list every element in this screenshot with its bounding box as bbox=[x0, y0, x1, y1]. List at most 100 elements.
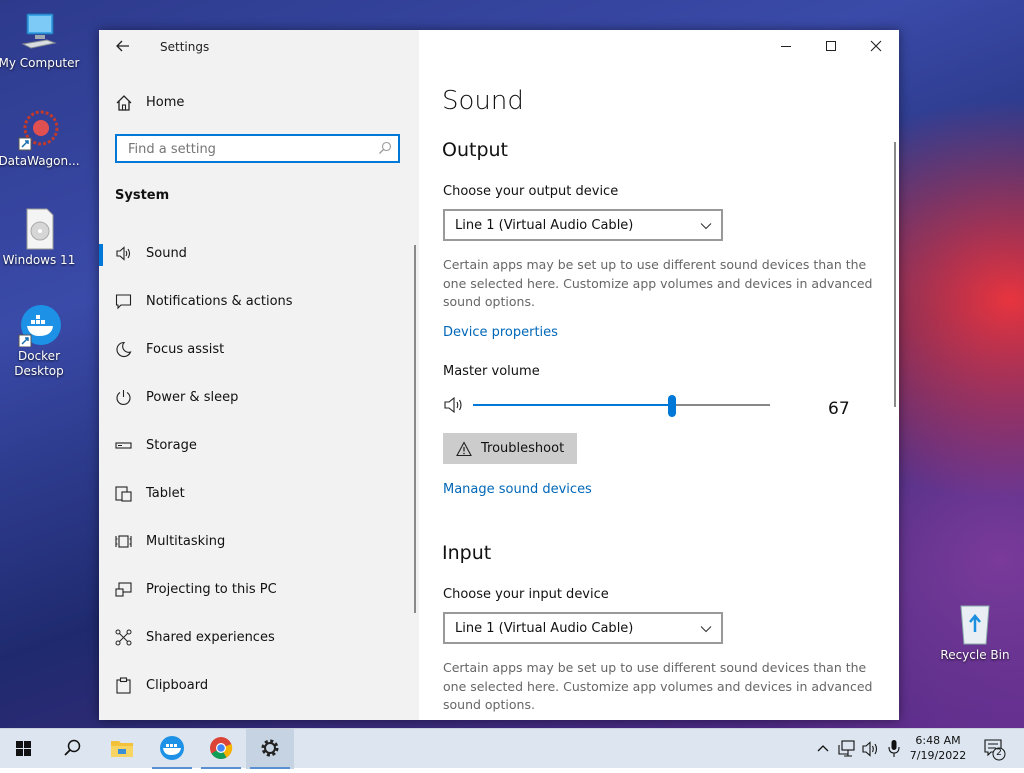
sidebar-item-notifications[interactable]: Notifications & actions bbox=[99, 278, 415, 326]
home-icon bbox=[116, 95, 132, 111]
file-explorer-button[interactable] bbox=[98, 729, 146, 769]
sidebar-item-tablet[interactable]: Tablet bbox=[99, 470, 415, 518]
sidebar-item-label: Projecting to this PC bbox=[146, 582, 277, 597]
maximize-button[interactable] bbox=[808, 30, 854, 62]
settings-window: Settings Home System Sound Notifications… bbox=[99, 30, 899, 720]
start-button[interactable] bbox=[0, 729, 48, 769]
search-icon[interactable] bbox=[378, 141, 392, 155]
clipboard-icon bbox=[116, 677, 131, 694]
power-icon bbox=[116, 390, 131, 406]
sidebar-item-label: Clipboard bbox=[146, 678, 209, 693]
input-device-value: Line 1 (Virtual Audio Cable) bbox=[455, 621, 634, 636]
back-button[interactable] bbox=[113, 36, 133, 56]
manage-sound-devices-link[interactable]: Manage sound devices bbox=[443, 482, 592, 497]
sidebar-item-label: Sound bbox=[146, 246, 187, 261]
show-hidden-icons-button[interactable] bbox=[812, 729, 834, 769]
minimize-button[interactable] bbox=[763, 30, 809, 62]
desktop-icon-datawagon[interactable]: DataWagon... bbox=[0, 108, 81, 169]
app-title: Settings bbox=[160, 40, 210, 54]
volume-tray-button[interactable] bbox=[860, 729, 882, 769]
device-properties-link[interactable]: Device properties bbox=[443, 325, 558, 340]
sidebar-item-label: Tablet bbox=[146, 486, 185, 501]
minimize-icon bbox=[781, 46, 791, 47]
output-device-dropdown[interactable]: Line 1 (Virtual Audio Cable) bbox=[443, 209, 723, 241]
content-pane: Sound Output Choose your output device L… bbox=[419, 30, 899, 720]
shared-icon bbox=[115, 629, 132, 646]
system-clock[interactable]: 6:48 AM 7/19/2022 bbox=[900, 733, 976, 763]
desktop-icon-windows11[interactable]: Windows 11 bbox=[0, 207, 81, 268]
notification-icon bbox=[115, 294, 132, 310]
sidebar-scrollbar[interactable] bbox=[414, 245, 416, 613]
sidebar-item-storage[interactable]: Storage bbox=[99, 422, 415, 470]
chrome-taskbar-button[interactable] bbox=[197, 729, 245, 769]
clock-date: 7/19/2022 bbox=[909, 749, 967, 762]
back-arrow-icon bbox=[116, 40, 129, 52]
search-input[interactable] bbox=[126, 136, 370, 162]
input-device-dropdown[interactable]: Line 1 (Virtual Audio Cable) bbox=[443, 612, 723, 644]
slider-thumb[interactable] bbox=[668, 395, 676, 417]
action-center-button[interactable]: 2 bbox=[980, 729, 1010, 769]
sidebar-item-label: Focus assist bbox=[146, 342, 225, 357]
master-volume-label: Master volume bbox=[443, 364, 540, 379]
sidebar-item-label: Multitasking bbox=[146, 534, 226, 549]
title-bar: Settings bbox=[99, 30, 419, 64]
desktop-icon-recycle-bin[interactable]: Recycle Bin bbox=[933, 602, 1017, 663]
sidebar-item-focus-assist[interactable]: Focus assist bbox=[99, 326, 415, 374]
close-button[interactable] bbox=[853, 30, 899, 62]
output-heading: Output bbox=[442, 139, 508, 161]
clock-time: 6:48 AM bbox=[915, 734, 961, 747]
sidebar-item-multitasking[interactable]: Multitasking bbox=[99, 518, 415, 566]
volume-icon[interactable] bbox=[444, 395, 466, 415]
content-scrollbar[interactable] bbox=[894, 142, 896, 407]
troubleshoot-label: Troubleshoot bbox=[481, 441, 565, 456]
output-device-value: Line 1 (Virtual Audio Cable) bbox=[455, 218, 634, 233]
section-label: System bbox=[115, 188, 170, 203]
storage-icon bbox=[115, 442, 132, 449]
warning-icon bbox=[456, 441, 472, 457]
search-box[interactable] bbox=[115, 134, 400, 163]
slider-fill bbox=[473, 404, 672, 406]
sidebar-item-label: Power & sleep bbox=[146, 390, 239, 405]
sidebar-item-shared-experiences[interactable]: Shared experiences bbox=[99, 614, 415, 662]
desktop-icon-my-computer[interactable]: My Computer bbox=[0, 10, 81, 71]
disc-image-icon bbox=[17, 207, 61, 251]
network-icon bbox=[838, 740, 855, 757]
sidebar-item-label: Shared experiences bbox=[146, 630, 275, 645]
datawagon-icon bbox=[17, 108, 61, 152]
output-device-label: Choose your output device bbox=[443, 184, 619, 199]
sidebar: Settings Home System Sound Notifications… bbox=[99, 30, 419, 720]
projecting-icon bbox=[115, 582, 132, 597]
input-description: Certain apps may be set up to use differ… bbox=[443, 660, 873, 712]
folder-icon bbox=[111, 741, 133, 757]
moon-icon bbox=[116, 341, 132, 358]
search-taskbar-button[interactable] bbox=[48, 729, 96, 769]
master-volume-slider[interactable] bbox=[473, 395, 770, 417]
chevron-down-icon bbox=[700, 223, 712, 230]
sidebar-item-sound[interactable]: Sound bbox=[99, 230, 415, 278]
home-label: Home bbox=[146, 95, 185, 110]
close-icon bbox=[870, 40, 882, 52]
chevron-down-icon bbox=[700, 626, 712, 633]
speaker-icon bbox=[116, 246, 131, 261]
docker-icon bbox=[160, 736, 184, 760]
sidebar-item-label: Storage bbox=[146, 438, 197, 453]
sidebar-item-clipboard[interactable]: Clipboard bbox=[99, 662, 415, 710]
multitasking-icon bbox=[115, 535, 132, 548]
input-heading: Input bbox=[442, 542, 492, 564]
desktop-icon-docker[interactable]: Docker Desktop bbox=[0, 303, 81, 379]
docker-icon bbox=[17, 303, 61, 348]
sidebar-item-projecting[interactable]: Projecting to this PC bbox=[99, 566, 415, 614]
sidebar-item-power-sleep[interactable]: Power & sleep bbox=[99, 374, 415, 422]
output-description: Certain apps may be set up to use differ… bbox=[443, 257, 873, 309]
network-tray-button[interactable] bbox=[836, 729, 858, 769]
troubleshoot-button[interactable]: Troubleshoot bbox=[443, 433, 577, 464]
chrome-icon bbox=[210, 737, 233, 759]
settings-taskbar-button[interactable] bbox=[246, 729, 294, 769]
sidebar-item-label: Notifications & actions bbox=[146, 294, 293, 309]
input-device-label: Choose your input device bbox=[443, 587, 609, 602]
docker-taskbar-button[interactable] bbox=[148, 729, 196, 769]
maximize-icon bbox=[826, 41, 836, 51]
home-nav[interactable]: Home bbox=[115, 92, 405, 116]
sidebar-nav: Sound Notifications & actions Focus assi… bbox=[99, 230, 415, 710]
search-icon bbox=[64, 739, 81, 756]
